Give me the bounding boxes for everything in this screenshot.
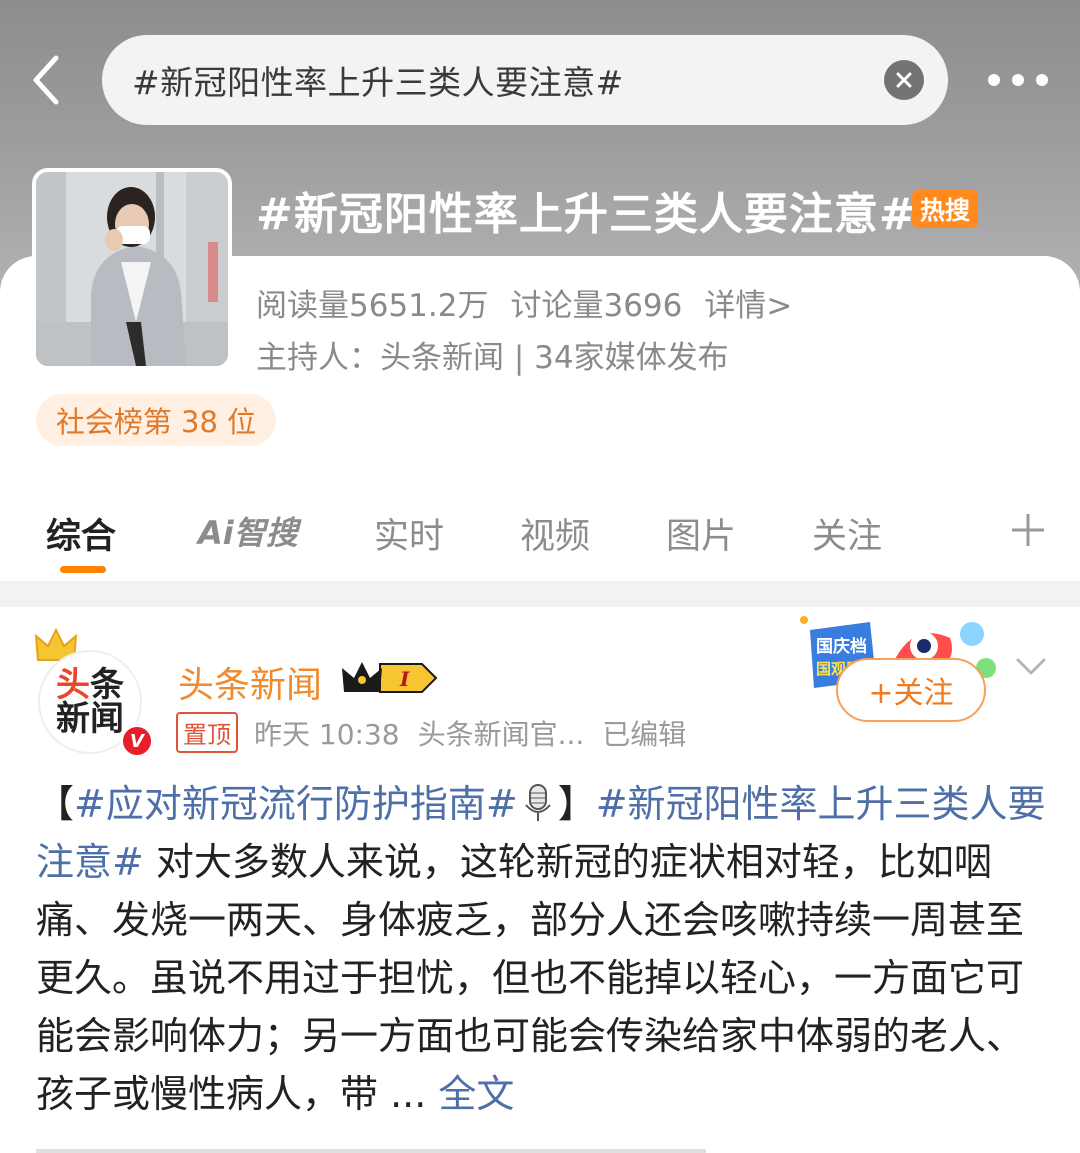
bracket-open: 【 — [36, 782, 75, 826]
close-icon — [896, 72, 912, 88]
chevron-down-icon — [1016, 658, 1046, 675]
post-menu-button[interactable] — [1014, 652, 1048, 682]
post-source: 头条新闻官... — [417, 717, 585, 751]
post-time: 昨天 10:38 — [254, 717, 400, 751]
topic-stats: 阅读量5651.2万 讨论量3696 详情> — [256, 280, 814, 325]
hot-search-badge: 热搜 — [912, 190, 978, 228]
avatar-text-line2: 新闻 — [56, 699, 124, 739]
add-tab-button[interactable] — [1008, 510, 1048, 550]
thumbnail-image — [36, 172, 228, 366]
author-avatar-wrap[interactable]: 头条 新闻 V — [34, 628, 154, 758]
hashtag-link[interactable]: #应对新冠流行防护指南# — [74, 782, 518, 826]
rank-badge[interactable]: 社会榜第 38 位 — [36, 394, 276, 446]
post-text: 对大多数人来说，这轮新冠的症状相对轻，比如咽痛、发烧一两天、身体疲乏，部分人还会… — [36, 840, 1025, 1116]
topic-title: #新冠阳性率上升三类人要注意# — [256, 189, 917, 240]
plus-icon — [1012, 514, 1044, 546]
vip-badge: I — [340, 658, 438, 698]
full-text-link[interactable]: 全文 — [438, 1072, 514, 1116]
more-dot-icon — [988, 74, 1000, 86]
microphone-icon — [524, 784, 551, 821]
tab-ai-search[interactable]: Ai智搜 — [198, 508, 298, 554]
discussion-count: 讨论量3696 — [510, 288, 683, 324]
sticker-text: 国庆档 — [816, 636, 867, 657]
host-line: 主持人：头条新闻 | 34家媒体发布 — [256, 340, 729, 376]
verified-badge-icon: V — [120, 724, 154, 758]
tab-comprehensive[interactable]: 综合 — [46, 508, 116, 559]
post-meta: 置顶 昨天 10:38 头条新闻官... 已编辑 — [176, 712, 686, 753]
chevron-left-icon — [33, 55, 59, 105]
more-options-button[interactable] — [988, 70, 1048, 90]
post-body: 【#应对新冠流行防护指南# 】#新冠阳性率上升三类人要注意# 对大多数人来说，这轮… — [36, 775, 1046, 1123]
tab-video[interactable]: 视频 — [520, 508, 590, 559]
read-count: 阅读量5651.2万 — [256, 288, 489, 324]
more-dot-icon — [1036, 74, 1048, 86]
edited-label: 已编辑 — [602, 717, 687, 751]
image-preview-edge — [36, 1149, 706, 1153]
more-dot-icon — [1012, 74, 1024, 86]
bracket-close: 】 — [557, 782, 596, 826]
back-button[interactable] — [24, 48, 72, 112]
tab-realtime[interactable]: 实时 — [374, 508, 444, 559]
pinned-tag: 置顶 — [176, 712, 238, 753]
details-link[interactable]: 详情> — [704, 288, 792, 324]
clear-search-button[interactable] — [884, 60, 924, 100]
tab-following[interactable]: 关注 — [812, 508, 882, 559]
section-divider — [0, 581, 1080, 607]
follow-button[interactable]: +关注 — [836, 658, 986, 722]
topic-thumbnail[interactable] — [32, 168, 232, 370]
tab-images[interactable]: 图片 — [666, 508, 736, 559]
vip-crown-icon: I — [342, 662, 438, 693]
avatar-text-line1: 头条 — [56, 668, 124, 702]
active-tab-indicator — [60, 566, 106, 573]
author-name[interactable]: 头条新闻 — [178, 656, 322, 708]
search-query: #新冠阳性率上升三类人要注意# — [132, 63, 624, 102]
vip-level: I — [399, 667, 410, 691]
search-input[interactable]: #新冠阳性率上升三类人要注意# — [102, 35, 948, 125]
